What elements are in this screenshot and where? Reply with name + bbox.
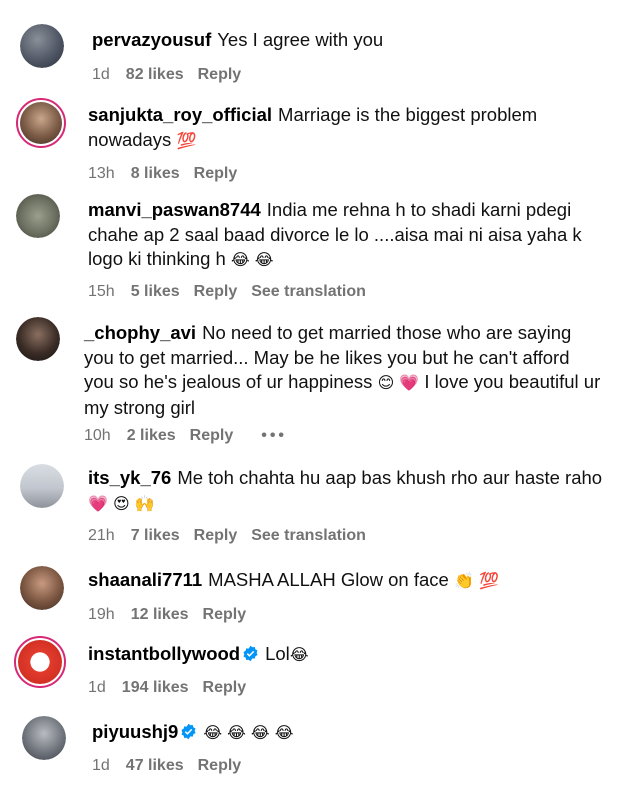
comment-text: instantbollywood Lol😂 — [88, 642, 608, 668]
comment-meta: 1d 194 likes Reply — [88, 679, 260, 697]
comment-body: Me toh chahta hu aap bas khush rho aur h… — [177, 467, 603, 488]
avatar[interactable] — [20, 464, 64, 508]
comment-username[interactable]: sanjukta_roy_official — [88, 104, 272, 125]
see-translation-button[interactable]: See translation — [251, 527, 366, 544]
reply-button[interactable]: Reply — [203, 606, 247, 623]
comment-emoji: 💗 😍 🙌 — [88, 493, 155, 513]
reply-button[interactable]: Reply — [194, 527, 238, 544]
comment-body: MASHA ALLAH Glow on face — [208, 569, 449, 590]
likes-count[interactable]: 194 likes — [122, 679, 189, 696]
comment-time: 19h — [88, 606, 115, 623]
comment-time: 13h — [88, 165, 115, 182]
reply-button[interactable]: Reply — [198, 66, 242, 83]
comment-time: 1d — [88, 679, 106, 696]
avatar[interactable] — [22, 716, 66, 760]
comment-time: 10h — [84, 427, 111, 444]
comment-username[interactable]: its_yk_76 — [88, 467, 171, 488]
likes-count[interactable]: 8 likes — [131, 165, 180, 182]
comment-text: sanjukta_roy_official Marriage is the big… — [88, 103, 588, 153]
comment-emoji: 💯 — [176, 130, 197, 150]
comment-emoji: 😂 😂 😂 😂 — [203, 723, 294, 742]
comment-username[interactable]: manvi_paswan8744 — [88, 199, 261, 220]
likes-count[interactable]: 82 likes — [126, 66, 184, 83]
comment-time: 1d — [92, 66, 110, 83]
comment-meta: 1d 82 likes Reply — [92, 66, 255, 84]
likes-count[interactable]: 7 likes — [131, 527, 180, 544]
avatar[interactable] — [20, 566, 64, 610]
reply-button[interactable]: Reply — [194, 165, 238, 182]
comment-meta: 15h 5 likes Reply See translation — [88, 283, 380, 301]
comment-text: pervazyousuf Yes I agree with you — [92, 28, 602, 53]
comment-time: 21h — [88, 527, 115, 544]
avatar[interactable] — [16, 194, 60, 238]
comment-emoji: 😊 💗 — [377, 373, 420, 392]
verified-badge-icon — [181, 723, 196, 740]
reply-button[interactable]: Reply — [194, 283, 238, 300]
more-options-icon[interactable]: ••• — [261, 427, 287, 444]
comment-username[interactable]: piyuushj9 — [92, 721, 178, 742]
comment-body: Yes I agree with you — [217, 29, 384, 50]
comment-meta: 10h 2 likes Reply ••• — [84, 427, 301, 445]
comment-text: its_yk_76 Me toh chahta hu aap bas khush … — [88, 466, 608, 516]
comment-meta: 19h 12 likes Reply — [88, 606, 260, 624]
comment-username[interactable]: pervazyousuf — [92, 29, 211, 50]
reply-button[interactable]: Reply — [203, 679, 247, 696]
avatar[interactable] — [16, 98, 66, 148]
comment-emoji: 👏 💯 — [453, 571, 499, 590]
comment-meta: 1d 47 likes Reply — [92, 757, 255, 775]
avatar[interactable] — [14, 636, 66, 688]
avatar[interactable] — [16, 317, 60, 361]
comment-username[interactable]: instantbollywood — [88, 643, 240, 664]
comment-username[interactable]: shaanali7711 — [88, 569, 202, 590]
reply-button[interactable]: Reply — [190, 427, 234, 444]
comment-meta: 21h 7 likes Reply See translation — [88, 527, 380, 545]
likes-count[interactable]: 12 likes — [131, 606, 189, 623]
comment-emoji: 😂 😂 — [230, 250, 274, 269]
comment-meta: 13h 8 likes Reply — [88, 165, 251, 183]
verified-badge-icon — [243, 645, 258, 662]
see-translation-button[interactable]: See translation — [251, 283, 366, 300]
likes-count[interactable]: 2 likes — [127, 427, 176, 444]
comment-time: 1d — [92, 757, 110, 774]
likes-count[interactable]: 5 likes — [131, 283, 180, 300]
comment-body: Lol — [265, 643, 290, 664]
comment-text: shaanali7711 MASHA ALLAH Glow on face 👏 💯 — [88, 568, 608, 594]
comment-username[interactable]: _chophy_avi — [84, 322, 196, 343]
likes-count[interactable]: 47 likes — [126, 757, 184, 774]
comment-emoji: 😂 — [289, 645, 309, 664]
avatar[interactable] — [20, 24, 64, 68]
comment-text: manvi_paswan8744 India me rehna h to shad… — [88, 198, 608, 273]
comment-text: _chophy_avi No need to get married those … — [84, 321, 604, 420]
comment-time: 15h — [88, 283, 115, 300]
comment-text: piyuushj9 😂 😂 😂 😂 — [92, 720, 602, 746]
reply-button[interactable]: Reply — [198, 757, 242, 774]
